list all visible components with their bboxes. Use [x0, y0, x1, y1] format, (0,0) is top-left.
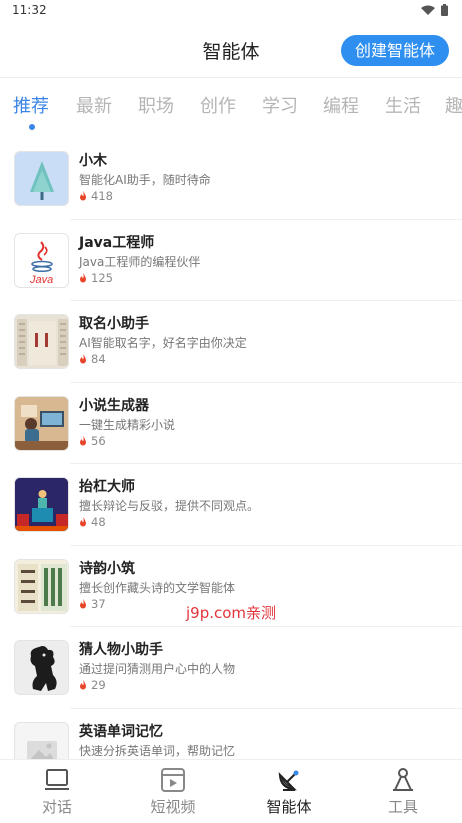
- status-time: 11:32: [12, 3, 47, 17]
- usage-count: 29: [91, 678, 106, 692]
- nav-tools[interactable]: 工具: [363, 766, 443, 817]
- poetry-icon: [14, 558, 69, 614]
- usage-count: 84: [91, 352, 106, 366]
- naming-poster-icon: [14, 314, 69, 369]
- writer-desk-icon: [14, 395, 69, 451]
- tab-workplace[interactable]: 职场: [138, 92, 174, 118]
- agent-item[interactable]: 取名小助手 AI智能取名字，好名字由你决定 84: [0, 301, 462, 383]
- usage-count: 37: [91, 596, 106, 611]
- agent-desc: AI智能取名字，好名字由你决定: [79, 336, 247, 350]
- agent-usage: 37: [79, 597, 106, 611]
- tab-life[interactable]: 生活: [385, 92, 421, 118]
- agent-item[interactable]: 猜人物小助手 通过提问猜测用户心中的人物 29: [0, 627, 462, 709]
- flame-icon: [80, 680, 86, 690]
- video-icon: [161, 768, 185, 792]
- tools-icon: [393, 768, 413, 791]
- monitor-icon: [45, 769, 69, 790]
- nav-label: 工具: [387, 798, 418, 816]
- agent-desc: Java工程师的编程伙伴: [79, 254, 201, 269]
- agent-name: 取名小助手: [79, 316, 149, 332]
- battery-icon: [441, 4, 448, 16]
- tab-study[interactable]: 学习: [262, 92, 298, 118]
- category-tabs: 推荐 最新 职场 创作 学习 编程 生活 趣: [0, 92, 462, 132]
- agent-item[interactable]: 抬杠大师 擅长辩论与反驳，提供不同观点。 48: [0, 464, 462, 546]
- nav-short-video[interactable]: 短视频: [133, 766, 213, 817]
- agent-desc: 擅长辩论与反驳，提供不同观点。: [79, 499, 260, 513]
- flame-icon: [80, 272, 86, 282]
- nav-label: 短视频: [150, 798, 196, 816]
- agent-usage: 125: [79, 271, 113, 285]
- nav-agents[interactable]: 智能体: [249, 766, 329, 817]
- usage-count: 125: [91, 270, 113, 285]
- agent-name: 诗韵小筑: [79, 560, 135, 577]
- agent-item[interactable]: Java Java工程师 Java工程师的编程伙伴 125: [0, 220, 462, 301]
- agent-usage: 56: [79, 434, 106, 448]
- flame-icon: [80, 435, 86, 445]
- flame-icon: [80, 598, 86, 608]
- silhouette-icon: [14, 640, 69, 695]
- nav-chat[interactable]: 对话: [17, 766, 97, 817]
- usage-count: 48: [91, 515, 106, 529]
- nav-label: 对话: [41, 798, 72, 816]
- tab-latest[interactable]: 最新: [76, 92, 112, 118]
- tab-recommended[interactable]: 推荐: [13, 92, 49, 118]
- tab-creation[interactable]: 创作: [200, 92, 236, 118]
- satellite-dish-icon: [278, 770, 299, 791]
- agent-name: 小说生成器: [79, 397, 149, 414]
- svg-text:Java: Java: [29, 274, 53, 286]
- agent-usage: 84: [79, 352, 106, 366]
- agent-item[interactable]: 小说生成器 一键生成精彩小说 56: [0, 383, 462, 464]
- status-icons: [421, 4, 448, 16]
- flame-icon: [80, 517, 86, 527]
- bottom-nav: 对话 短视频 智能体 工具: [0, 759, 462, 823]
- app-header: 智能体 创建智能体: [0, 22, 462, 78]
- wifi-icon: [421, 5, 435, 15]
- tree-icon: [14, 151, 69, 206]
- agent-usage: 418: [79, 189, 113, 203]
- agent-name: 小木: [79, 153, 107, 169]
- agent-usage: 29: [79, 678, 106, 692]
- create-agent-button[interactable]: 创建智能体: [341, 35, 449, 66]
- agent-name: 英语单词记忆: [79, 723, 163, 740]
- active-tab-indicator: [29, 124, 35, 130]
- agent-name: 抬杠大师: [79, 479, 135, 495]
- tab-programming[interactable]: 编程: [323, 92, 359, 118]
- agent-list: 小木 智能化AI助手，随时待命 418 Java Java工程师 Java工程师…: [0, 138, 462, 790]
- nav-label: 智能体: [266, 798, 312, 816]
- agent-item[interactable]: 小木 智能化AI助手，随时待命 418: [0, 138, 462, 220]
- tab-fun[interactable]: 趣: [445, 92, 462, 118]
- flame-icon: [80, 354, 86, 364]
- agent-desc: 快速分拆英语单词，帮助记忆: [79, 743, 236, 758]
- watermark: j9p.com亲测: [186, 604, 277, 622]
- agent-desc: 智能化AI助手，随时待命: [79, 173, 211, 187]
- agent-desc: 一键生成精彩小说: [79, 417, 176, 432]
- flame-icon: [80, 191, 86, 201]
- java-logo-icon: Java: [14, 232, 69, 288]
- usage-count: 56: [91, 433, 106, 448]
- agent-usage: 48: [79, 515, 106, 529]
- agent-desc: 擅长创作藏头诗的文学智能体: [79, 580, 236, 595]
- agent-name: Java工程师: [79, 234, 155, 251]
- status-bar: 11:32: [0, 0, 462, 22]
- debate-stage-icon: [14, 477, 69, 532]
- agent-name: 猜人物小助手: [79, 642, 163, 658]
- usage-count: 418: [91, 189, 113, 203]
- agent-desc: 通过提问猜测用户心中的人物: [79, 662, 236, 676]
